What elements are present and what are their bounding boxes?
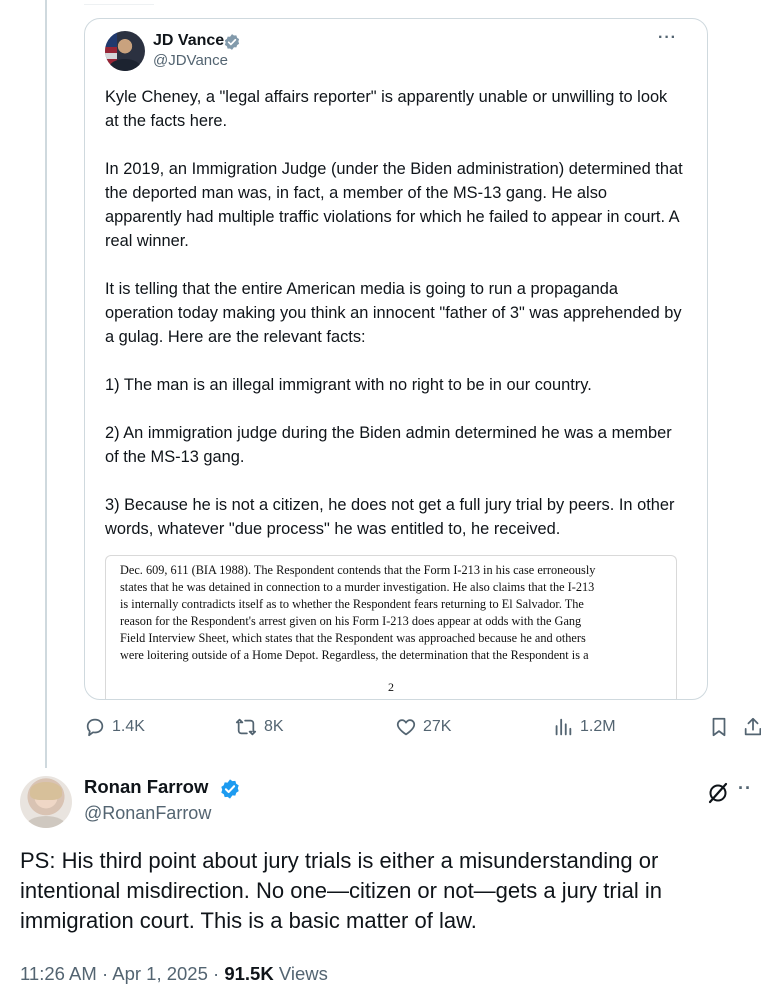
- action-bar: 1.4K 8K 27K 1.2M: [84, 716, 761, 746]
- document-page-number: 2: [388, 680, 394, 694]
- post-metadata: 11:26 AM · Apr 1, 2025 · 91.5K Views: [20, 963, 328, 985]
- post-text: PS: His third point about jury trials is…: [20, 848, 662, 933]
- reply-count: 1.4K: [112, 718, 145, 735]
- more-options-icon[interactable]: ··: [738, 778, 752, 799]
- quoted-paragraph: It is telling that the entire American m…: [105, 280, 682, 346]
- document-line: Field Interview Sheet, which states that…: [120, 631, 586, 645]
- quoted-paragraph: 1) The man is an illegal immigrant with …: [105, 376, 592, 394]
- quoted-post-card[interactable]: JD Vance @JDVance ··· Kyle Cheney, a "le…: [84, 18, 708, 700]
- author-name[interactable]: Ronan Farrow: [84, 776, 208, 798]
- ronan-farrow-avatar[interactable]: [20, 776, 72, 828]
- avatar-hair: [30, 782, 62, 800]
- heart-icon: [396, 719, 416, 736]
- share-button[interactable]: [742, 716, 761, 738]
- verified-badge-icon: [224, 34, 240, 50]
- post-time[interactable]: 11:26 AM: [20, 963, 97, 984]
- view-count: 91.5K: [224, 963, 274, 984]
- repost-count: 8K: [264, 718, 284, 735]
- quoted-paragraph: Kyle Cheney, a "legal affairs reporter" …: [105, 88, 668, 130]
- reply-icon: [86, 718, 104, 737]
- repost-icon: [235, 718, 257, 736]
- post-date[interactable]: Apr 1, 2025: [112, 963, 208, 984]
- document-line: reason for the Respondent's arrest given…: [120, 614, 582, 628]
- verified-badge-icon: [221, 779, 239, 799]
- bookmark-button[interactable]: [708, 716, 730, 738]
- reply-button[interactable]: 1.4K: [84, 716, 145, 738]
- previous-card-edge: [84, 0, 154, 5]
- quoted-post-text: Kyle Cheney, a "legal affairs reporter" …: [105, 85, 685, 565]
- more-options-icon[interactable]: ···: [658, 29, 677, 47]
- quoted-author-name[interactable]: JD Vance: [153, 32, 224, 50]
- like-count: 27K: [423, 718, 452, 735]
- views-button[interactable]: 1.2M: [552, 716, 616, 738]
- meta-separator: ·: [213, 963, 220, 984]
- avatar-body: [26, 816, 66, 828]
- views-label: Views: [278, 963, 328, 984]
- quoted-author-handle[interactable]: @JDVance: [153, 52, 228, 69]
- share-icon: [744, 717, 761, 736]
- thread-connector-line: [45, 0, 47, 768]
- bookmark-icon: [712, 717, 726, 737]
- meta-separator: ·: [101, 963, 109, 984]
- document-line: were loitering outside of a Home Depot. …: [120, 648, 589, 662]
- repost-button[interactable]: 8K: [234, 716, 284, 738]
- author-handle[interactable]: @RonanFarrow: [84, 803, 211, 824]
- quoted-paragraph: 3) Because he is not a citizen, he does …: [105, 496, 675, 538]
- document-line: states that he was detained in connectio…: [120, 580, 595, 594]
- document-line: Dec. 609, 611 (BIA 1988). The Respondent…: [120, 563, 596, 577]
- views-count: 1.2M: [580, 718, 616, 735]
- document-text: Dec. 609, 611 (BIA 1988). The Respondent…: [120, 562, 666, 664]
- analytics-icon: [555, 718, 572, 736]
- grok-icon[interactable]: [706, 781, 730, 805]
- quoted-paragraph: In 2019, an Immigration Judge (under the…: [105, 160, 683, 250]
- like-button[interactable]: 27K: [395, 716, 451, 738]
- document-line: is internally contradicts itself as to w…: [120, 597, 584, 611]
- avatar-shoulders: [109, 59, 141, 71]
- jd-vance-avatar[interactable]: [105, 31, 145, 71]
- quoted-paragraph: 2) An immigration judge during the Biden…: [105, 424, 672, 466]
- attached-document-image[interactable]: Dec. 609, 611 (BIA 1988). The Respondent…: [105, 555, 677, 699]
